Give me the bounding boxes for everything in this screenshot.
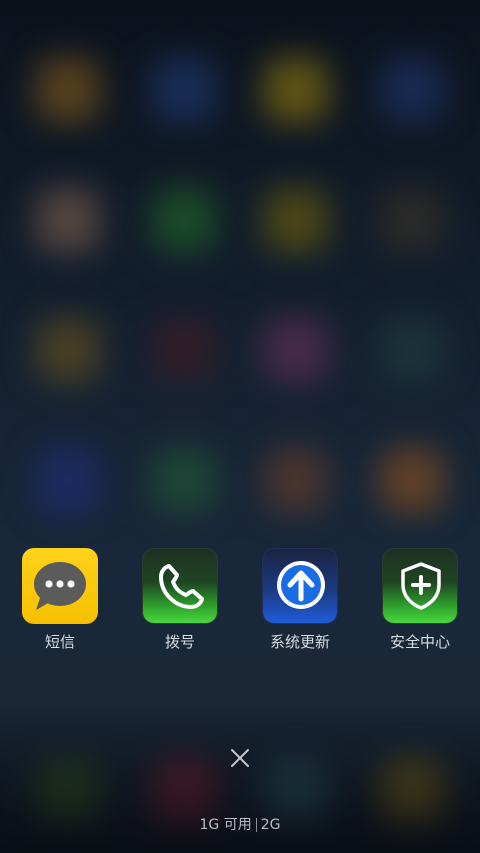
app-dialer[interactable]: 拨号 <box>120 548 240 652</box>
close-button[interactable] <box>224 742 256 774</box>
recent-apps-screen: 短信 拨号 系统更新 安全中心 1G 可用 2G <box>0 0 480 853</box>
memory-status: 1G 可用 2G <box>0 815 480 835</box>
memory-separator <box>255 818 257 832</box>
app-label: 安全中心 <box>389 633 450 651</box>
phone-handset-icon <box>142 548 218 624</box>
app-label: 系统更新 <box>269 633 330 651</box>
app-sms[interactable]: 短信 <box>0 548 120 652</box>
close-icon <box>231 749 249 767</box>
memory-total-label: 2G <box>260 817 281 833</box>
app-security-center[interactable]: 安全中心 <box>360 548 480 652</box>
app-label: 短信 <box>44 633 75 651</box>
message-bubble-icon <box>22 548 98 624</box>
upload-arrow-icon <box>262 548 338 624</box>
security-shield-icon <box>382 548 458 624</box>
app-label: 拨号 <box>164 633 195 651</box>
memory-free-label: 1G 可用 <box>199 817 252 833</box>
app-system-update[interactable]: 系统更新 <box>240 548 360 652</box>
